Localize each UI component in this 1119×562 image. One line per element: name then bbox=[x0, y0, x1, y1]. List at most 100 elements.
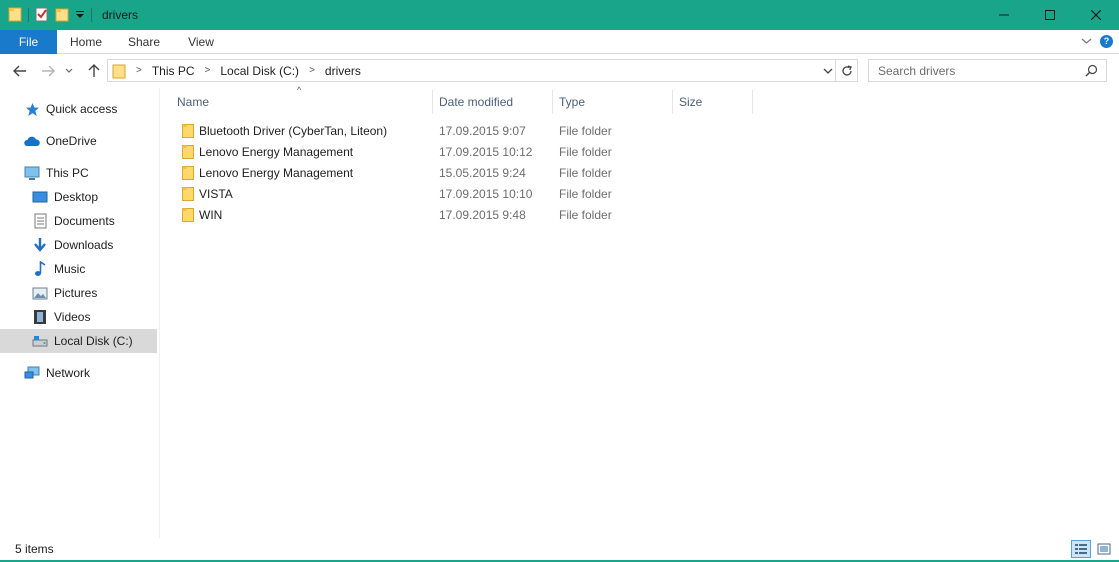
sidebar-item-label: Network bbox=[46, 366, 91, 380]
table-row[interactable]: Bluetooth Driver (CyberTan, Liteon) 17.0… bbox=[178, 120, 768, 141]
sidebar-item-pictures[interactable]: Pictures bbox=[32, 282, 97, 304]
sidebar-item-network[interactable]: Network bbox=[24, 362, 90, 384]
breadcrumb-local-disk[interactable]: Local Disk (C:) bbox=[220, 64, 299, 78]
close-button[interactable] bbox=[1073, 0, 1119, 30]
column-resize-handle[interactable] bbox=[752, 90, 753, 114]
sidebar-item-desktop[interactable]: Desktop bbox=[32, 186, 98, 208]
file-name: Lenovo Energy Management bbox=[199, 166, 354, 180]
tab-home[interactable]: Home bbox=[57, 30, 115, 54]
file-name: VISTA bbox=[199, 187, 233, 201]
breadcrumb-this-pc[interactable]: This PC bbox=[152, 64, 195, 78]
file-list: ^ Name Date modified Type Size Bluetooth… bbox=[160, 85, 1119, 538]
column-resize-handle[interactable] bbox=[432, 90, 433, 114]
column-header-type[interactable]: Type bbox=[559, 88, 672, 115]
breadcrumb-separator[interactable]: > bbox=[136, 65, 142, 76]
window-title: drivers bbox=[102, 8, 139, 22]
customize-toolbar-icon[interactable] bbox=[75, 8, 85, 22]
help-icon[interactable]: ? bbox=[1100, 34, 1113, 48]
search-input[interactable] bbox=[869, 60, 1069, 81]
sidebar-item-label: Downloads bbox=[54, 238, 114, 252]
file-name: Bluetooth Driver (CyberTan, Liteon) bbox=[199, 124, 388, 138]
sidebar-item-quick-access[interactable]: Quick access bbox=[24, 98, 117, 120]
table-row[interactable]: Lenovo Energy Management 15.05.2015 9:24… bbox=[178, 162, 768, 183]
file-date-modified: 17.09.2015 10:10 bbox=[439, 187, 533, 201]
film-icon bbox=[32, 309, 48, 325]
column-header-date-modified[interactable]: Date modified bbox=[439, 88, 552, 115]
column-resize-handle[interactable] bbox=[552, 90, 553, 114]
folder-icon bbox=[182, 144, 194, 162]
search-icon[interactable] bbox=[1085, 64, 1098, 80]
column-header-label: Size bbox=[679, 94, 703, 109]
large-icons-view-button[interactable] bbox=[1094, 540, 1114, 558]
documents-icon bbox=[32, 213, 48, 229]
search-box[interactable] bbox=[868, 59, 1107, 82]
forward-button[interactable] bbox=[39, 62, 57, 80]
table-row[interactable]: WIN 17.09.2015 9:48 File folder bbox=[178, 204, 768, 225]
star-icon bbox=[24, 101, 40, 117]
sidebar-item-onedrive[interactable]: OneDrive bbox=[24, 130, 97, 152]
ribbon: File Home Share View ? bbox=[0, 30, 1119, 54]
folder-icon bbox=[8, 6, 22, 25]
tab-view[interactable]: View bbox=[173, 30, 229, 54]
breadcrumb-separator[interactable]: > bbox=[309, 65, 315, 76]
folder-icon bbox=[112, 63, 126, 79]
file-type: File folder bbox=[559, 145, 612, 159]
download-arrow-icon bbox=[32, 237, 48, 253]
table-row[interactable]: Lenovo Energy Management 17.09.2015 10:1… bbox=[178, 141, 768, 162]
new-folder-icon[interactable] bbox=[55, 6, 69, 25]
item-count: 5 items bbox=[15, 542, 54, 556]
sidebar-item-label: Desktop bbox=[54, 190, 99, 204]
file-date-modified: 17.09.2015 9:48 bbox=[439, 208, 526, 222]
sidebar-item-this-pc[interactable]: This PC bbox=[24, 162, 89, 184]
sidebar-item-videos[interactable]: Videos bbox=[32, 306, 90, 328]
sidebar-item-downloads[interactable]: Downloads bbox=[32, 234, 113, 256]
sidebar-item-label: Quick access bbox=[46, 102, 118, 116]
pictures-icon bbox=[32, 285, 48, 301]
sidebar-item-label: Videos bbox=[54, 310, 91, 324]
quick-access-toolbar bbox=[0, 0, 98, 30]
status-bar: 5 items bbox=[0, 538, 1119, 560]
up-button[interactable] bbox=[85, 62, 103, 80]
sidebar-item-local-disk[interactable]: Local Disk (C:) bbox=[0, 329, 157, 353]
details-view-button[interactable] bbox=[1071, 540, 1091, 558]
column-header-size[interactable]: Size bbox=[679, 88, 752, 115]
refresh-button[interactable] bbox=[835, 60, 857, 81]
sidebar-item-label: Documents bbox=[54, 214, 115, 228]
file-type: File folder bbox=[559, 166, 612, 180]
back-button[interactable] bbox=[11, 62, 29, 80]
cloud-icon bbox=[24, 133, 40, 149]
file-date-modified: 15.05.2015 9:24 bbox=[439, 166, 526, 180]
file-type: File folder bbox=[559, 124, 612, 138]
folder-icon bbox=[182, 123, 194, 141]
breadcrumb-separator[interactable]: > bbox=[205, 65, 211, 76]
title-bar: drivers bbox=[0, 0, 1119, 30]
folder-icon bbox=[182, 207, 194, 225]
sidebar-item-documents[interactable]: Documents bbox=[32, 210, 115, 232]
column-header-label: Date modified bbox=[439, 94, 514, 109]
properties-icon[interactable] bbox=[35, 6, 49, 25]
tab-file[interactable]: File bbox=[0, 30, 57, 54]
sidebar-item-label: Local Disk (C:) bbox=[54, 334, 133, 348]
large-icons-view-icon bbox=[1097, 543, 1111, 555]
sidebar-item-label: OneDrive bbox=[46, 134, 97, 148]
sidebar-item-music[interactable]: Music bbox=[32, 258, 85, 280]
file-date-modified: 17.09.2015 10:12 bbox=[439, 145, 533, 159]
window-controls bbox=[981, 0, 1119, 30]
minimize-button[interactable] bbox=[981, 0, 1027, 30]
address-bar[interactable]: > This PC > Local Disk (C:) > drivers bbox=[107, 59, 858, 82]
drive-icon bbox=[32, 333, 48, 349]
breadcrumb-drivers[interactable]: drivers bbox=[325, 64, 361, 78]
music-note-icon bbox=[32, 261, 48, 277]
toolbar-separator bbox=[28, 8, 29, 22]
expand-ribbon-chevron-icon[interactable] bbox=[1081, 34, 1092, 48]
address-history-chevron-icon[interactable] bbox=[823, 64, 833, 78]
recent-locations-chevron-icon[interactable] bbox=[63, 62, 75, 80]
sidebar-item-label: This PC bbox=[46, 166, 89, 180]
column-header-name[interactable]: Name bbox=[177, 88, 432, 115]
maximize-button[interactable] bbox=[1027, 0, 1073, 30]
navigation-pane: Quick access OneDrive This PC Desktop Do… bbox=[0, 88, 160, 538]
tab-share[interactable]: Share bbox=[115, 30, 173, 54]
column-resize-handle[interactable] bbox=[672, 90, 673, 114]
table-row[interactable]: VISTA 17.09.2015 10:10 File folder bbox=[178, 183, 768, 204]
toolbar-separator bbox=[91, 8, 92, 22]
